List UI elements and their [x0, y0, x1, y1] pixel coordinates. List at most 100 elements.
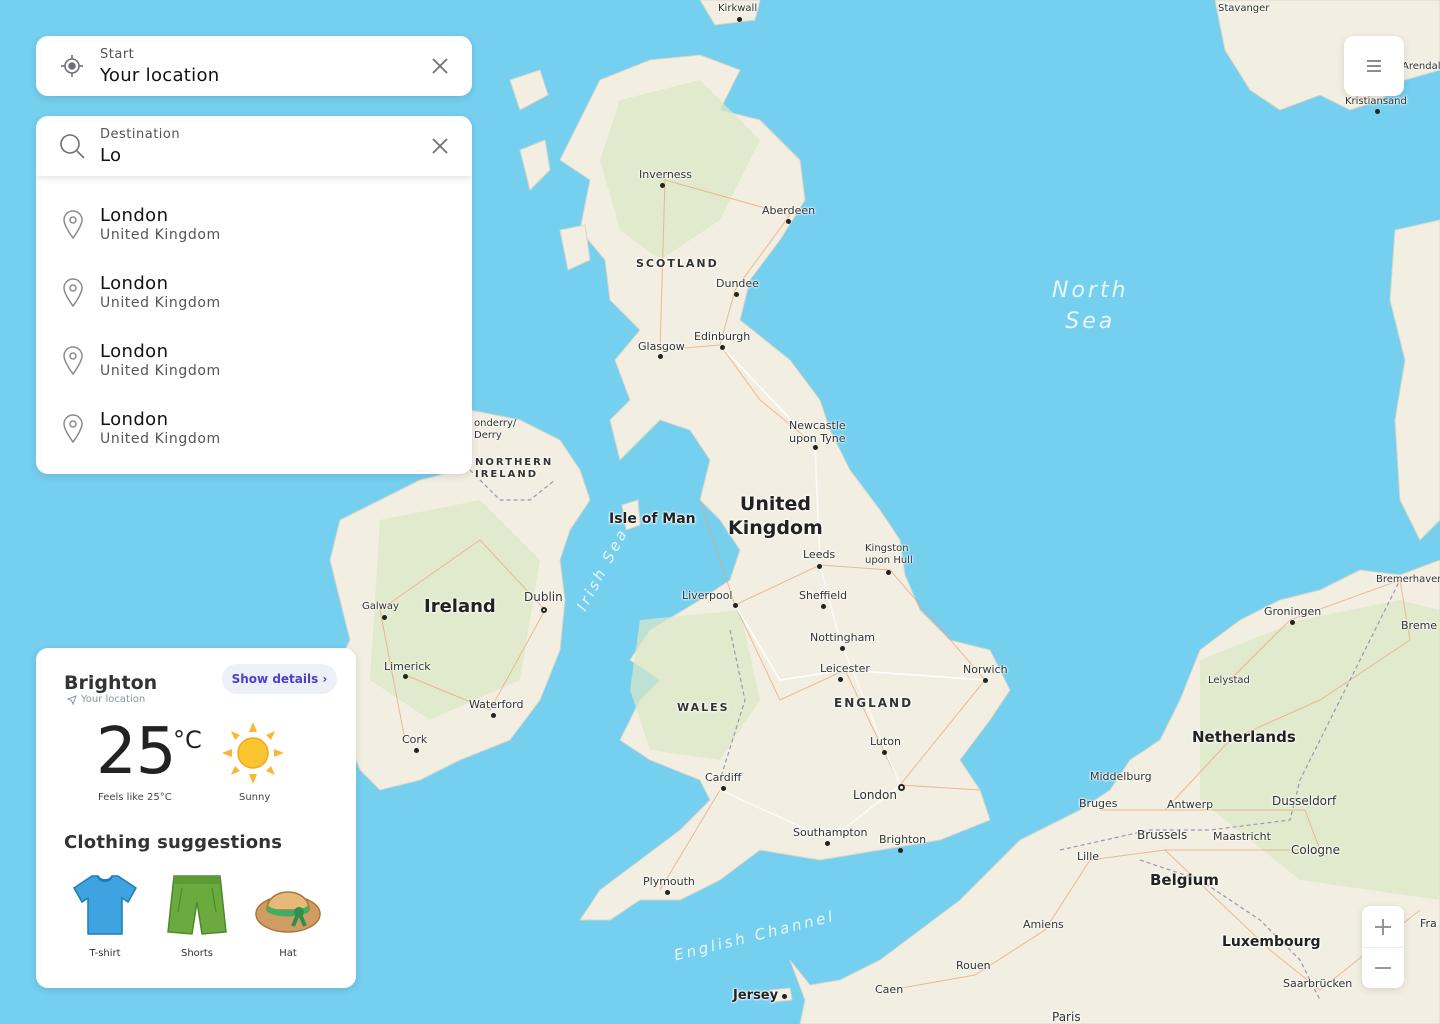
minus-icon [1375, 967, 1391, 969]
pin-icon [60, 209, 86, 239]
destination-field[interactable]: Destination Lo [36, 116, 472, 176]
map-label-sheffield: Sheffield [799, 589, 848, 602]
destination-text[interactable]: Destination Lo [100, 127, 428, 166]
suggestion-name: London [100, 273, 169, 294]
map-country-belgium: Belgium [1150, 871, 1219, 889]
map-dot [660, 183, 665, 188]
map-label-dusseldorf: Dusseldorf [1272, 794, 1337, 808]
map-label-cardiff: Cardiff [705, 771, 742, 784]
zoom-controls [1362, 906, 1404, 988]
map-label-arendal: Arendal [1402, 61, 1440, 72]
zoom-out-button[interactable] [1362, 947, 1404, 988]
map-dot [838, 677, 843, 682]
suggestion-name: London [100, 409, 169, 430]
suggestion-item[interactable]: London United Kingdom [36, 326, 472, 394]
map-label-galway: Galway [362, 601, 399, 612]
menu-button[interactable] [1344, 36, 1404, 96]
zoom-in-button[interactable] [1362, 906, 1404, 947]
map-dot [983, 678, 988, 683]
map-label-saarbrucken: Saarbrücken [1283, 977, 1353, 990]
map-label-norwich: Norwich [963, 663, 1008, 676]
sun-icon [222, 722, 284, 788]
map-label-bremen: Breme [1401, 619, 1438, 632]
plus-icon [1375, 918, 1391, 935]
map-label-paris: Paris [1052, 1010, 1081, 1024]
map-dot [821, 604, 826, 609]
map-label-nottingham: Nottingham [810, 631, 876, 644]
close-icon[interactable] [428, 54, 452, 78]
suggestion-list: London United Kingdom London United King… [36, 176, 472, 474]
search-icon [58, 132, 86, 160]
map-label-inverness: Inverness [639, 168, 693, 181]
weather-condition: Sunny [239, 792, 271, 803]
map-dot [1375, 109, 1380, 114]
map-dot [898, 784, 905, 791]
map-region-scotland: SCOTLAND [636, 257, 719, 270]
map-dot [1290, 620, 1295, 625]
start-label: Start [100, 46, 135, 62]
map-label-bremerhaven: Bremerhaven [1376, 574, 1440, 585]
map-label-lelystad: Lelystad [1208, 675, 1250, 686]
hat-icon [255, 891, 321, 933]
map-label-aberdeen: Aberdeen [762, 204, 816, 217]
show-details-button[interactable]: Show details › [222, 664, 337, 694]
map-label-leicester: Leicester [820, 662, 870, 675]
map-label-rouen: Rouen [956, 959, 991, 972]
map-dot [382, 615, 387, 620]
map-label-plymouth: Plymouth [643, 875, 695, 888]
map-label-waterford: Waterford [469, 698, 524, 711]
suggestion-item[interactable]: London United Kingdom [36, 190, 472, 258]
weather-temperature: 25 [96, 715, 176, 789]
destination-input[interactable]: Lo [100, 145, 428, 166]
pin-icon [60, 413, 86, 443]
weather-location-text: Your location [81, 694, 146, 705]
map-country-netherlands: Netherlands [1192, 728, 1296, 746]
map-dot [721, 786, 726, 791]
map-label-brussels: Brussels [1137, 828, 1188, 842]
weather-city: Brighton [64, 672, 158, 694]
close-icon[interactable] [428, 134, 452, 158]
map-label-limerick: Limerick [384, 660, 431, 673]
clothing-item-tshirt: T-shirt [69, 872, 141, 959]
clothing-label: Shorts [180, 948, 214, 959]
clothing-label: T-shirt [89, 948, 121, 959]
map-dot [720, 345, 725, 350]
map-dot [403, 674, 408, 679]
map-label-newcastle: Newcastle upon Tyne [789, 419, 846, 446]
map-region-england: ENGLAND [834, 696, 914, 710]
map-label-london: London [853, 788, 897, 802]
map-country-luxembourg: Luxembourg [1222, 934, 1321, 950]
map-dot [813, 445, 818, 450]
map-label-leeds: Leeds [803, 548, 836, 561]
map-country-uk: United Kingdom [728, 493, 823, 539]
map-label-isle-of-man: Isle of Man [609, 511, 696, 527]
clothing-item-hat: Hat [252, 872, 324, 959]
start-field[interactable]: Start Your location [36, 36, 472, 96]
map-dot [898, 848, 903, 853]
map-dot [882, 750, 887, 755]
clothing-label: Hat [279, 948, 297, 959]
suggestion-country: United Kingdom [100, 227, 221, 243]
clothing-title: Clothing suggestions [64, 832, 283, 853]
map-dot [734, 292, 739, 297]
weather-unit: °C [173, 726, 202, 754]
map-label-brighton: Brighton [879, 833, 927, 846]
map-label-hull: Kingston upon Hull [865, 543, 913, 566]
map-label-antwerp: Antwerp [1167, 798, 1214, 811]
map-dot [840, 646, 845, 651]
map-label-cologne: Cologne [1291, 843, 1341, 857]
start-input[interactable]: Your location [100, 65, 428, 86]
navigation-arrow-icon [67, 694, 77, 705]
weather-feels-like: Feels like 25°C [98, 792, 172, 803]
map-dot [737, 17, 742, 22]
start-text[interactable]: Start Your location [100, 47, 428, 86]
map-label-glasgow: Glasgow [638, 340, 685, 353]
suggestion-item[interactable]: London United Kingdom [36, 394, 472, 462]
map-dot [414, 748, 419, 753]
map-label-dublin: Dublin [524, 590, 563, 604]
locate-icon[interactable] [58, 52, 86, 80]
map-label-caen: Caen [875, 983, 904, 996]
suggestion-item[interactable]: London United Kingdom [36, 258, 472, 326]
clothing-item-shorts: Shorts [161, 872, 233, 959]
map-label-southampton: Southampton [793, 826, 868, 839]
